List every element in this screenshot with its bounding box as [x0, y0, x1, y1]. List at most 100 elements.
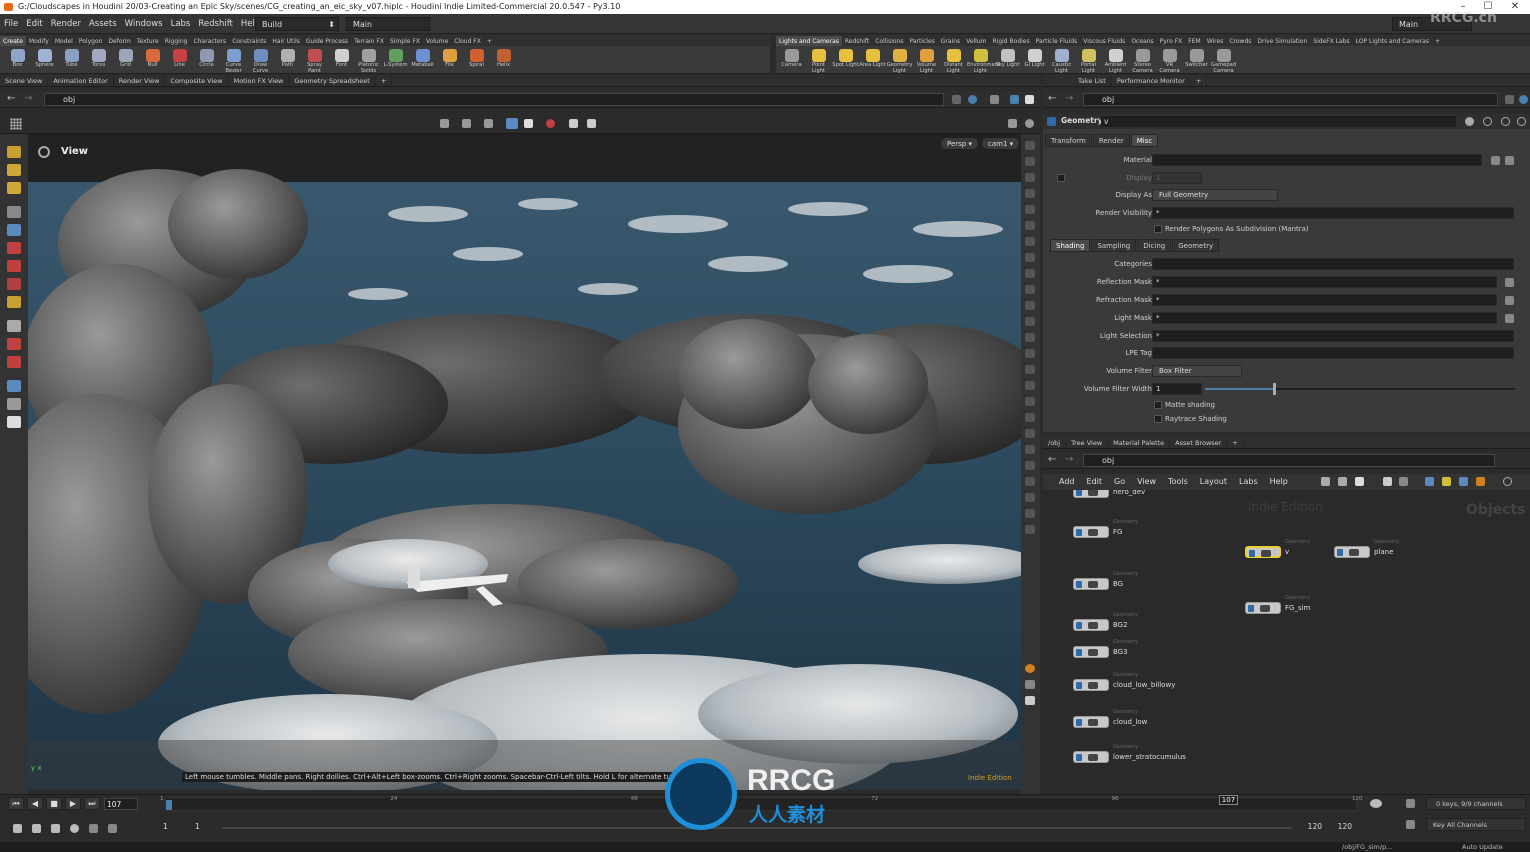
display-tool-21-icon[interactable]: [1025, 461, 1035, 470]
camera-view-icon[interactable]: [990, 95, 999, 104]
display-tool-13-icon[interactable]: [1025, 333, 1035, 342]
scene-viewport[interactable]: View Persp ▾ cam1 ▾ Left mouse tumbles. …: [28, 134, 1021, 790]
view-tool-icon[interactable]: [7, 398, 21, 410]
viewport-path-field[interactable]: obj: [44, 93, 944, 106]
pane-tab-motion-fx-view[interactable]: Motion FX View: [229, 75, 290, 86]
help-param-icon[interactable]: [1517, 117, 1526, 126]
shelf-tab-guide-process[interactable]: Guide Process: [303, 36, 351, 46]
shelf-tab-plus[interactable]: +: [1432, 36, 1443, 46]
shelf-tab-lights-and-cameras[interactable]: Lights and Cameras: [776, 36, 842, 46]
net-tool-3-icon[interactable]: [1355, 477, 1364, 486]
lock-tool-icon[interactable]: [7, 224, 21, 236]
rotate-tool-icon[interactable]: [7, 182, 21, 194]
tool-spray-paint[interactable]: Spray Paint: [301, 46, 328, 73]
net-menu-layout[interactable]: Layout: [1194, 474, 1233, 490]
shelf-tab-terrain-fx[interactable]: Terrain FX: [351, 36, 387, 46]
net-tab-tree-view[interactable]: Tree View: [1066, 437, 1109, 448]
runtime-dropdown[interactable]: Main: [346, 17, 430, 31]
net-back-arrow-icon[interactable]: ←: [1048, 454, 1056, 465]
tool-file[interactable]: File: [436, 46, 463, 73]
tool-area-light[interactable]: Area Light: [859, 46, 886, 73]
net-menu-labs[interactable]: Labs: [1233, 474, 1264, 490]
param-pin-icon[interactable]: [1505, 95, 1514, 104]
tool-spiral[interactable]: Spiral: [463, 46, 490, 73]
shelf-tab-simple-fx[interactable]: Simple FX: [387, 36, 423, 46]
net-menu-edit[interactable]: Edit: [1081, 474, 1109, 490]
shelf-tab-grains[interactable]: Grains: [938, 36, 963, 46]
shelf-tab-crowds[interactable]: Crowds: [1226, 36, 1254, 46]
flipbook-icon[interactable]: [587, 119, 596, 128]
display-tool-15-icon[interactable]: [1025, 365, 1035, 374]
tool-vr-camera[interactable]: VR Camera: [1156, 46, 1183, 73]
shelf-tab-characters[interactable]: Characters: [190, 36, 229, 46]
pane-tab-take-list[interactable]: Take List: [1073, 75, 1112, 86]
play-button[interactable]: ▶: [65, 797, 81, 810]
display-toggle[interactable]: [1057, 174, 1065, 182]
display-tool-22-icon[interactable]: [1025, 477, 1035, 486]
tool-tube[interactable]: Tube: [58, 46, 85, 73]
reflection-mask-chooser-icon[interactable]: [1505, 278, 1514, 287]
close-button[interactable]: ✕: [1502, 0, 1528, 14]
tool-grid[interactable]: Grid: [112, 46, 139, 73]
net-menu-tools[interactable]: Tools: [1162, 474, 1194, 490]
display-options-icon[interactable]: [1010, 95, 1019, 104]
select-mode-icon[interactable]: [440, 119, 449, 128]
perspective-dropdown[interactable]: Persp ▾: [940, 137, 979, 150]
move-tool-icon[interactable]: [7, 164, 21, 176]
net-menu-help[interactable]: Help: [1264, 474, 1294, 490]
range-end-field[interactable]: 120: [1296, 822, 1322, 831]
goto-end-button[interactable]: ⏭: [84, 797, 100, 810]
shelf-tab-deform[interactable]: Deform: [105, 36, 133, 46]
subtab-sampling[interactable]: Sampling: [1091, 239, 1137, 252]
net-color-3-icon[interactable]: [1459, 477, 1468, 486]
slider-knob[interactable]: [1273, 383, 1277, 395]
menu-windows[interactable]: Windows: [121, 14, 167, 34]
tool-path[interactable]: Path: [274, 46, 301, 73]
step-back-button[interactable]: ◀: [27, 797, 43, 810]
subtab-shading[interactable]: Shading: [1050, 239, 1091, 252]
tool-sphere[interactable]: Sphere: [31, 46, 58, 73]
shelf-tab-wires[interactable]: Wires: [1204, 36, 1227, 46]
shelf-tab-cloud-fx[interactable]: Cloud FX: [451, 36, 484, 46]
node-body[interactable]: [1073, 619, 1109, 631]
display-tool-2-icon[interactable]: [1025, 157, 1035, 166]
goto-start-button[interactable]: ⏮: [8, 797, 24, 810]
magnet-red-icon[interactable]: [7, 356, 21, 368]
range-tool-6-icon[interactable]: [108, 824, 117, 833]
net-color-1-icon[interactable]: [1425, 477, 1434, 486]
shelf-tab-sidefx-labs[interactable]: SideFX Labs: [1310, 36, 1352, 46]
shelf-tab-plus[interactable]: +: [484, 36, 495, 46]
info-icon[interactable]: [1501, 117, 1510, 126]
tool-null[interactable]: Null: [139, 46, 166, 73]
shelf-tab-lop-lights-and-cameras[interactable]: LOP Lights and Cameras: [1353, 36, 1432, 46]
tab-misc[interactable]: Misc: [1130, 134, 1159, 147]
record-icon[interactable]: [546, 119, 555, 128]
node-body[interactable]: [1073, 751, 1109, 763]
display-tool-5-icon[interactable]: [1025, 205, 1035, 214]
display-tool-7-icon[interactable]: [1025, 237, 1035, 246]
pane-tab-plus[interactable]: +: [1191, 75, 1208, 86]
net-tab-material-palette[interactable]: Material Palette: [1108, 437, 1171, 448]
tab-render[interactable]: Render: [1092, 134, 1130, 147]
shelf-tab-modify[interactable]: Modify: [26, 36, 52, 46]
pane-tab-composite-view[interactable]: Composite View: [165, 75, 229, 86]
desktop-dropdown[interactable]: Build ⬍: [255, 17, 339, 31]
display-tool-25-icon[interactable]: [1025, 525, 1035, 534]
volume-filter-width-slider[interactable]: [1205, 383, 1515, 395]
shelf-tab-vellum[interactable]: Vellum: [963, 36, 989, 46]
display-settings-icon[interactable]: [1008, 119, 1017, 128]
node-body[interactable]: [1334, 546, 1370, 558]
tool-distant-light[interactable]: Distant Light: [940, 46, 967, 73]
matte-checkbox[interactable]: [1154, 401, 1162, 409]
shelf-tab-particle-fluids[interactable]: Particle Fluids: [1033, 36, 1081, 46]
display-tool-8-icon[interactable]: [1025, 253, 1035, 262]
categories-field[interactable]: [1152, 258, 1514, 270]
tool-draw-curve[interactable]: Draw Curve: [247, 46, 274, 73]
tool-box[interactable]: Box: [4, 46, 31, 73]
raytrace-checkbox[interactable]: [1154, 415, 1162, 423]
display-tool-10-icon[interactable]: [1025, 285, 1035, 294]
node-body[interactable]: [1073, 716, 1109, 728]
point-snap-icon[interactable]: [524, 119, 533, 128]
auto-update-dropdown[interactable]: Auto Update: [1462, 843, 1503, 851]
grid-snap-icon[interactable]: [506, 118, 518, 129]
